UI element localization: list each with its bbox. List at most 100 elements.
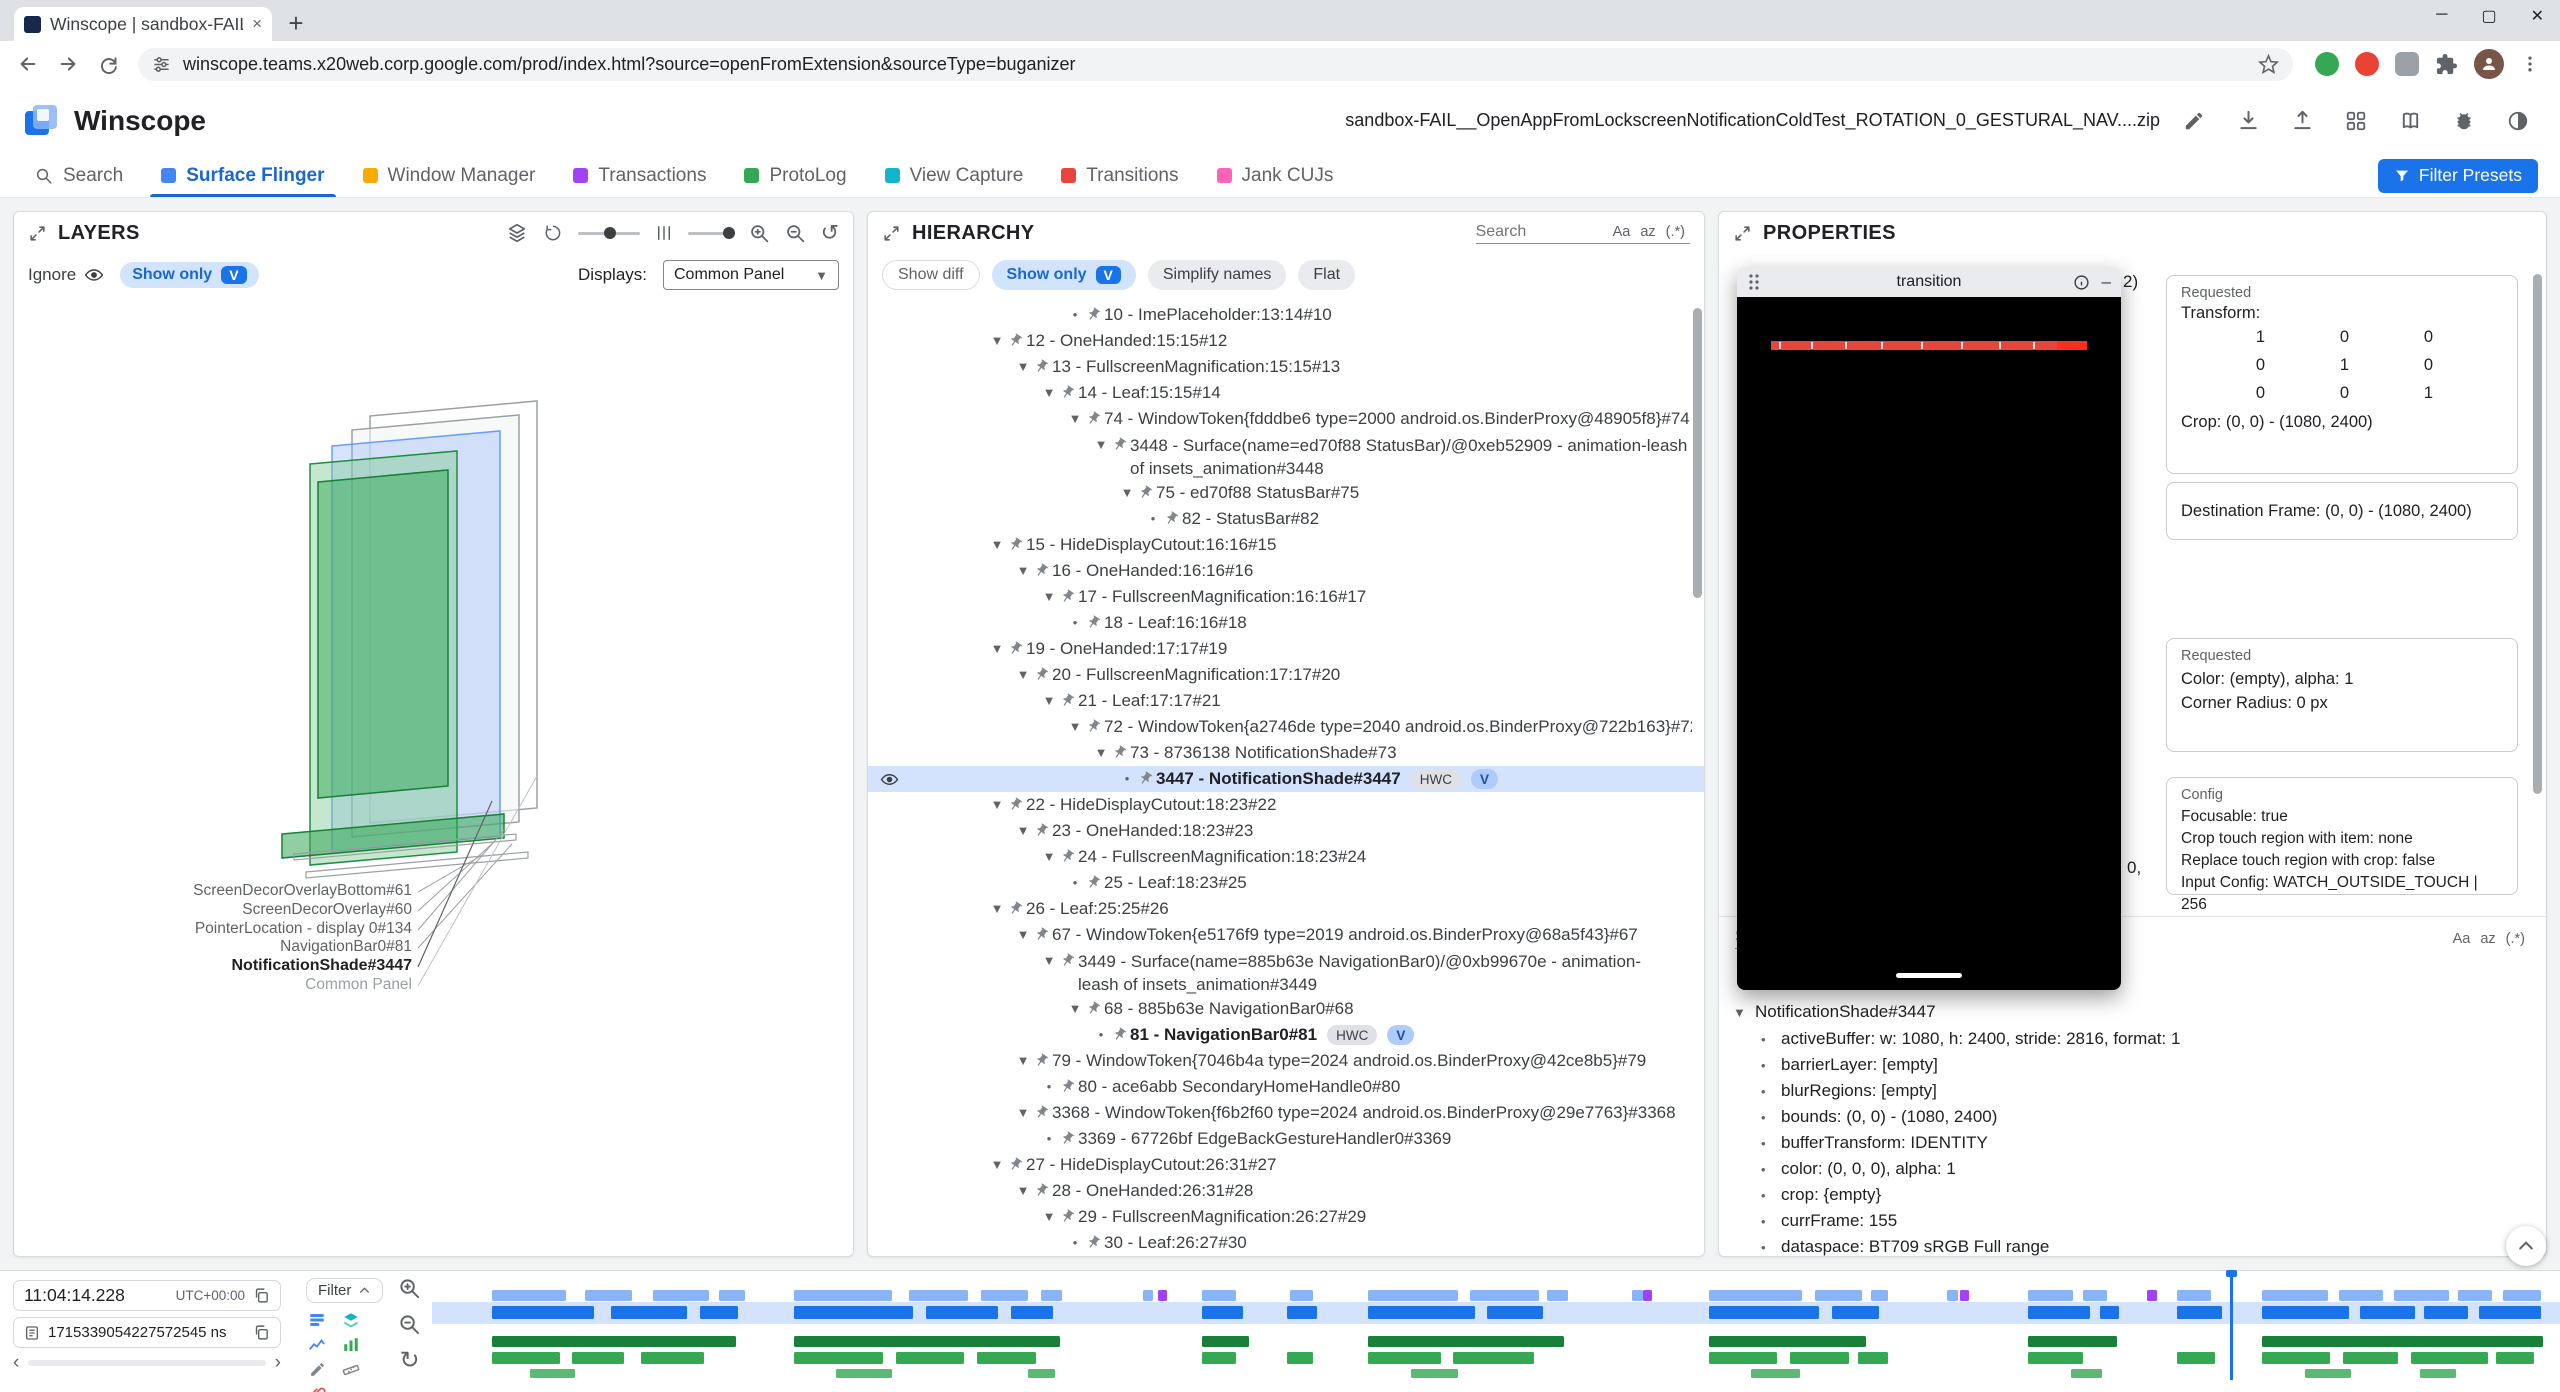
regex-icon[interactable]: (.*) bbox=[1661, 224, 1690, 240]
pin-button[interactable] bbox=[1060, 693, 1075, 713]
visibility-eye-icon[interactable] bbox=[880, 770, 899, 789]
property-row[interactable]: •color: (0, 0, 0), alpha: 1 bbox=[1719, 1156, 2546, 1182]
layer-label[interactable]: PointerLocation - display 0#134 bbox=[14, 920, 412, 938]
property-row[interactable]: •blurRegions: [empty] bbox=[1719, 1078, 2546, 1104]
hierarchy-node[interactable]: ▼13 - FullscreenMagnification:15:15#13 bbox=[868, 354, 1704, 380]
regex-icon[interactable]: (.*) bbox=[2501, 931, 2530, 947]
timeline-filter-toggle[interactable]: Filter bbox=[306, 1278, 383, 1303]
layer-label[interactable]: Common Panel bbox=[14, 976, 412, 994]
expand-arrow-icon[interactable]: ▼ bbox=[1038, 844, 1060, 870]
pin-button[interactable] bbox=[1034, 1053, 1049, 1073]
extension-red-icon[interactable] bbox=[2355, 52, 2379, 76]
hierarchy-node[interactable]: ▼75 - ed70f88 StatusBar#75 bbox=[868, 480, 1704, 506]
pin-button[interactable] bbox=[1086, 615, 1101, 635]
expand-arrow-icon[interactable]: ▼ bbox=[986, 636, 1008, 662]
timeline-scrollbar[interactable] bbox=[28, 1360, 265, 1366]
maximize-icon[interactable]: ▢ bbox=[2481, 6, 2496, 26]
layer-label[interactable]: ScreenDecorOverlay#60 bbox=[14, 901, 412, 919]
expand-arrow-icon[interactable]: ▼ bbox=[1012, 1048, 1034, 1074]
layer-label[interactable]: NotificationShade#3447 bbox=[14, 957, 412, 975]
expand-arrow-icon[interactable]: ▼ bbox=[986, 896, 1008, 922]
hierarchy-node[interactable]: ▼16 - OneHanded:16:16#16 bbox=[868, 558, 1704, 584]
bookmark-star-icon[interactable] bbox=[2258, 54, 2279, 75]
hierarchy-node[interactable]: ▼12 - OneHanded:15:15#12 bbox=[868, 328, 1704, 354]
property-row[interactable]: •barrierLayer: [empty] bbox=[1719, 1052, 2546, 1078]
reset-zoom-icon[interactable]: ↺ bbox=[821, 222, 839, 244]
edit-icon[interactable] bbox=[2174, 101, 2214, 141]
property-row[interactable]: •bounds: (0, 0) - (1080, 2400) bbox=[1719, 1104, 2546, 1130]
expand-arrow-icon[interactable]: ▼ bbox=[986, 1152, 1008, 1178]
extension-green-icon[interactable] bbox=[2315, 52, 2339, 76]
hierarchy-node[interactable]: ▼74 - WindowToken{fdddbe6 type=2000 andr… bbox=[868, 406, 1704, 432]
expand-arrow-icon[interactable]: ▼ bbox=[1038, 948, 1060, 974]
expand-arrow-icon[interactable]: ▼ bbox=[1090, 432, 1112, 458]
hierarchy-node[interactable]: ▼26 - Leaf:25:25#26 bbox=[868, 896, 1704, 922]
hierarchy-node[interactable]: ▼79 - WindowToken{7046b4a type=2024 andr… bbox=[868, 1048, 1704, 1074]
pin-button[interactable] bbox=[1034, 1183, 1049, 1203]
pin-button[interactable] bbox=[1086, 719, 1101, 739]
hierarchy-scrollbar[interactable] bbox=[1693, 308, 1702, 598]
properties-tree-root[interactable]: ▼ NotificationShade#3447 bbox=[1719, 998, 2546, 1026]
expand-arrow-icon[interactable]: ▼ bbox=[1012, 818, 1034, 844]
spacing-slider-thumb[interactable] bbox=[723, 227, 735, 239]
hierarchy-node[interactable]: ▼73 - 8736138 NotificationShade#73 bbox=[868, 740, 1704, 766]
tab-transactions[interactable]: Transactions bbox=[554, 154, 725, 197]
hierarchy-node[interactable]: ▼29 - FullscreenMagnification:26:27#29 bbox=[868, 1204, 1704, 1230]
expand-arrow-icon[interactable]: ▼ bbox=[986, 792, 1008, 818]
refresh-icon[interactable] bbox=[90, 46, 126, 82]
transitions-trace-icon[interactable] bbox=[342, 1336, 360, 1354]
show-only-v-button[interactable]: Show onlyV bbox=[992, 260, 1136, 290]
browser-tab[interactable]: Winscope | sandbox-FAIL × bbox=[14, 7, 272, 41]
tab-window-manager[interactable]: Window Manager bbox=[344, 154, 555, 197]
copy-icon[interactable] bbox=[253, 1287, 270, 1304]
documentation-icon[interactable] bbox=[2390, 101, 2430, 141]
pin-button[interactable] bbox=[1008, 333, 1023, 353]
pin-button[interactable] bbox=[1086, 1235, 1101, 1255]
displays-select[interactable]: Common Panel▼ bbox=[663, 260, 839, 290]
hierarchy-node[interactable]: ▼21 - Leaf:17:17#21 bbox=[868, 688, 1704, 714]
property-row[interactable]: •activeBuffer: w: 1080, h: 2400, stride:… bbox=[1719, 1026, 2546, 1052]
ruler-icon[interactable] bbox=[342, 1361, 360, 1379]
tab-close-icon[interactable]: × bbox=[252, 14, 262, 34]
expand-arrow-icon[interactable]: ▼ bbox=[1038, 584, 1060, 610]
pin-button[interactable] bbox=[1060, 1209, 1075, 1229]
expand-arrow-icon[interactable]: ▼ bbox=[1733, 1005, 1755, 1020]
expand-panel-icon[interactable] bbox=[1733, 224, 1752, 243]
profile-avatar[interactable] bbox=[2474, 49, 2504, 79]
tab-surface-flinger[interactable]: Surface Flinger bbox=[142, 154, 343, 197]
expand-arrow-icon[interactable]: ▼ bbox=[1038, 380, 1060, 406]
expand-arrow-icon[interactable]: ▼ bbox=[1064, 996, 1086, 1022]
cross-tool-sync-icon[interactable] bbox=[2336, 101, 2376, 141]
nanosecond-time-box[interactable]: 1715339054227572545 ns bbox=[13, 1317, 281, 1348]
properties-scrollbar[interactable] bbox=[2533, 274, 2542, 794]
hierarchy-node[interactable]: •30 - Leaf:26:27#30 bbox=[868, 1230, 1704, 1256]
extension-gray-icon[interactable] bbox=[2395, 52, 2419, 76]
spacing-slider[interactable] bbox=[688, 232, 734, 235]
expand-arrow-icon[interactable]: ▼ bbox=[1012, 558, 1034, 584]
property-row[interactable]: •currFrame: 155 bbox=[1719, 1208, 2546, 1234]
tab-transitions[interactable]: Transitions bbox=[1042, 154, 1197, 197]
hierarchy-node[interactable]: ▼27 - HideDisplayCutout:26:31#27 bbox=[868, 1152, 1704, 1178]
attachment-icon[interactable] bbox=[309, 1386, 326, 1392]
pin-button[interactable] bbox=[1008, 537, 1023, 557]
expand-arrow-icon[interactable]: ▼ bbox=[1064, 714, 1086, 740]
human-time-box[interactable]: 11:04:14.228 UTC+00:00 bbox=[13, 1280, 281, 1311]
pin-button[interactable] bbox=[1060, 1131, 1075, 1151]
pin-button[interactable] bbox=[1060, 1079, 1075, 1099]
pin-button[interactable] bbox=[1112, 745, 1127, 765]
upload-icon[interactable] bbox=[2282, 101, 2322, 141]
property-row[interactable]: •dataspace: BT709 sRGB Full range bbox=[1719, 1234, 2546, 1256]
protolog-trace-icon[interactable] bbox=[308, 1336, 326, 1354]
pin-button[interactable] bbox=[1086, 307, 1101, 327]
download-icon[interactable] bbox=[2228, 101, 2268, 141]
hierarchy-node[interactable]: •10 - ImePlaceholder:13:14#10 bbox=[868, 302, 1704, 328]
hierarchy-search-input[interactable] bbox=[1476, 223, 1608, 241]
hierarchy-node[interactable]: ▼3449 - Surface(name=885b63e NavigationB… bbox=[868, 948, 1704, 996]
hierarchy-node[interactable]: ▼28 - OneHanded:26:31#28 bbox=[868, 1178, 1704, 1204]
hierarchy-node[interactable]: ▼24 - FullscreenMagnification:18:23#24 bbox=[868, 844, 1704, 870]
new-tab-button[interactable]: + bbox=[280, 7, 312, 39]
ignore-button[interactable]: Ignore bbox=[28, 265, 104, 285]
hierarchy-node[interactable]: ▼15 - HideDisplayCutout:16:16#15 bbox=[868, 532, 1704, 558]
info-icon[interactable] bbox=[2073, 274, 2090, 291]
hierarchy-node[interactable]: ▼20 - FullscreenMagnification:17:17#20 bbox=[868, 662, 1704, 688]
